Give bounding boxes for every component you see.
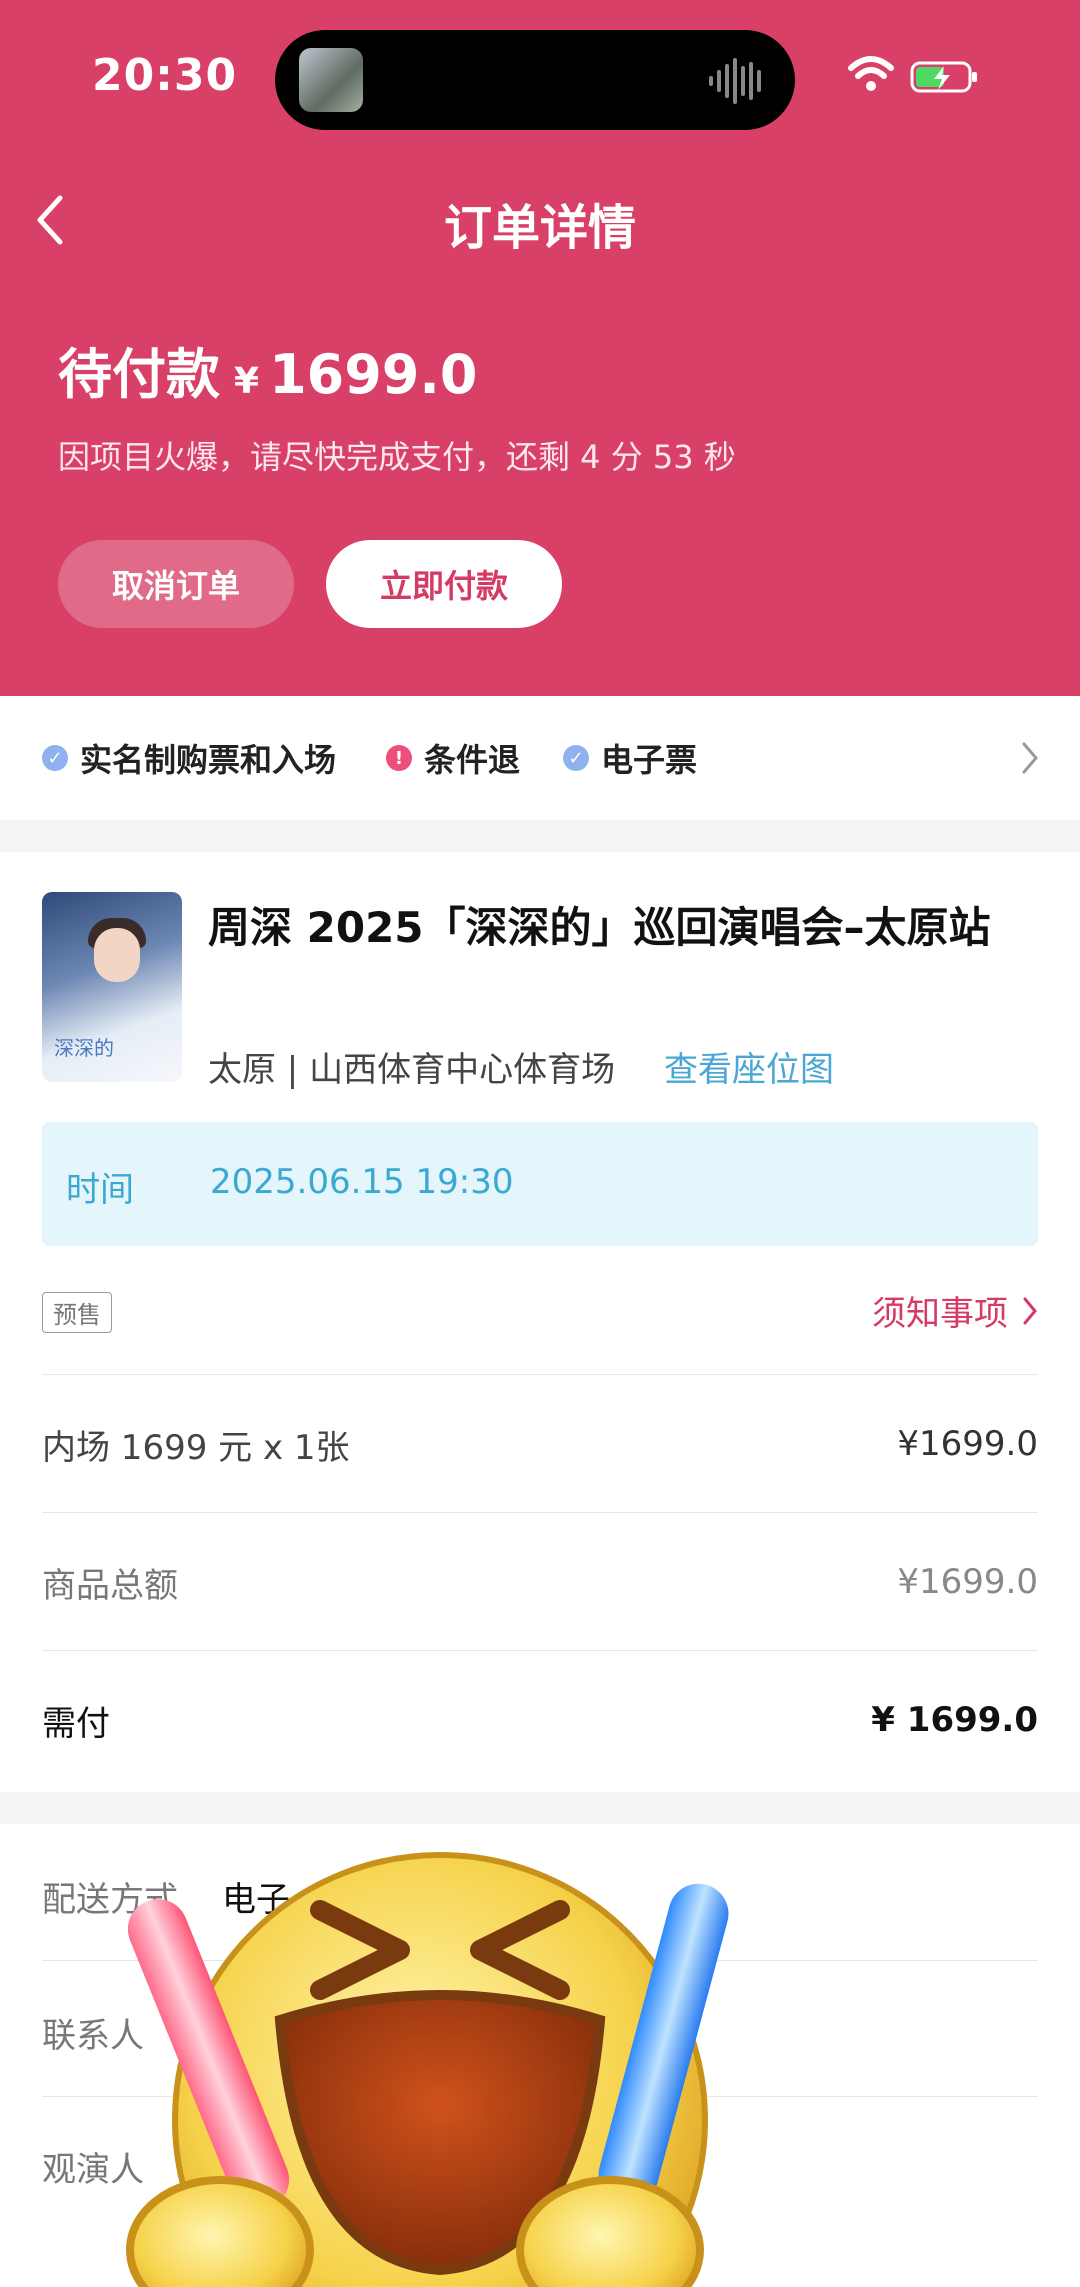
amount-due-label: 需付 — [42, 1703, 110, 1744]
time-value: 2025.06.15 19:30 — [210, 1162, 514, 1202]
subtotal-value: ¥1699.0 — [897, 1562, 1038, 1602]
line-item-label: 内场 1699 元 x 1张 — [42, 1427, 350, 1468]
status-bar: 20:30 — [0, 0, 1080, 150]
feature-real-name: ✓ 实名制购票和入场 — [42, 696, 336, 820]
feature-e-ticket: ✓ 电子票 — [563, 696, 697, 820]
subtotal-label: 商品总额 — [42, 1565, 178, 1606]
seat-map-link[interactable]: 查看座位图 — [664, 1042, 834, 1091]
line-item-amount-due: 需付 ¥ 1699.0 — [42, 1652, 1038, 1788]
order-status: 待付款 ¥ 1699.0 — [58, 330, 477, 409]
page-title: 订单详情 — [443, 200, 636, 256]
event-title[interactable]: 周深 2025「深深的」巡回演唱会–太原站 — [208, 894, 1048, 955]
order-detail-page: 20:30 订单详情 待付款 ¥ 1699.0 因项目火爆，请尽快完成支付，还剩… — [0, 0, 1080, 2287]
event-time-box: 时间 2025.06.15 19:30 — [42, 1122, 1038, 1246]
feature-label: 电子票 — [601, 741, 698, 779]
pay-now-button[interactable]: 立即付款 — [326, 540, 562, 628]
battery-charging-icon — [910, 61, 977, 93]
event-poster[interactable]: 深深的 — [42, 892, 182, 1082]
check-icon: ✓ — [563, 745, 589, 771]
line-item-ticket: 内场 1699 元 x 1张 ¥1699.0 — [42, 1376, 1038, 1512]
presale-badge: 预售 — [42, 1292, 112, 1333]
divider — [42, 1374, 1038, 1375]
audio-waveform-icon — [709, 58, 761, 104]
order-amount: 1699.0 — [269, 343, 478, 406]
notice-link[interactable]: 须知事项 — [872, 1286, 1038, 1335]
wifi-icon — [848, 56, 894, 91]
order-status-label: 待付款 — [58, 343, 220, 406]
feature-refund: ! 条件退 — [386, 696, 520, 820]
dynamic-island[interactable] — [275, 30, 795, 130]
poster-title: 深深的 — [54, 1036, 114, 1060]
ticket-features-bar[interactable]: ✓ 实名制购票和入场 ! 条件退 ✓ 电子票 — [0, 696, 1080, 820]
feature-label: 条件退 — [424, 741, 521, 779]
laughing-emoji-sticker — [126, 1852, 729, 2287]
notice-link-label: 须知事项 — [872, 1294, 1008, 1334]
order-header: 20:30 订单详情 待付款 ¥ 1699.0 因项目火爆，请尽快完成支付，还剩… — [0, 0, 1080, 696]
currency-symbol: ¥ — [234, 361, 260, 402]
line-item-value: ¥1699.0 — [897, 1424, 1038, 1464]
order-card: 深深的 周深 2025「深深的」巡回演唱会–太原站 太原 | 山西体育中心体育场… — [0, 852, 1080, 1792]
check-icon: ✓ — [42, 745, 68, 771]
amount-due-value: ¥ 1699.0 — [871, 1700, 1038, 1740]
clock: 20:30 — [92, 50, 238, 101]
poster-figure-face — [94, 928, 140, 982]
feature-label: 实名制购票和入场 — [80, 741, 337, 779]
payment-countdown: 因项目火爆，请尽快完成支付，还剩 4 分 53 秒 — [58, 438, 736, 476]
warning-icon: ! — [386, 745, 412, 771]
cancel-order-button[interactable]: 取消订单 — [58, 540, 294, 628]
divider — [42, 1650, 1038, 1651]
chevron-right-icon — [1023, 1297, 1037, 1324]
event-venue: 太原 | 山西体育中心体育场 — [208, 1050, 616, 1090]
now-playing-artwork — [299, 48, 363, 112]
chevron-right-icon — [1022, 742, 1038, 774]
time-label: 时间 — [66, 1170, 134, 1210]
line-item-subtotal: 商品总额 ¥1699.0 — [42, 1514, 1038, 1650]
divider — [42, 1512, 1038, 1513]
